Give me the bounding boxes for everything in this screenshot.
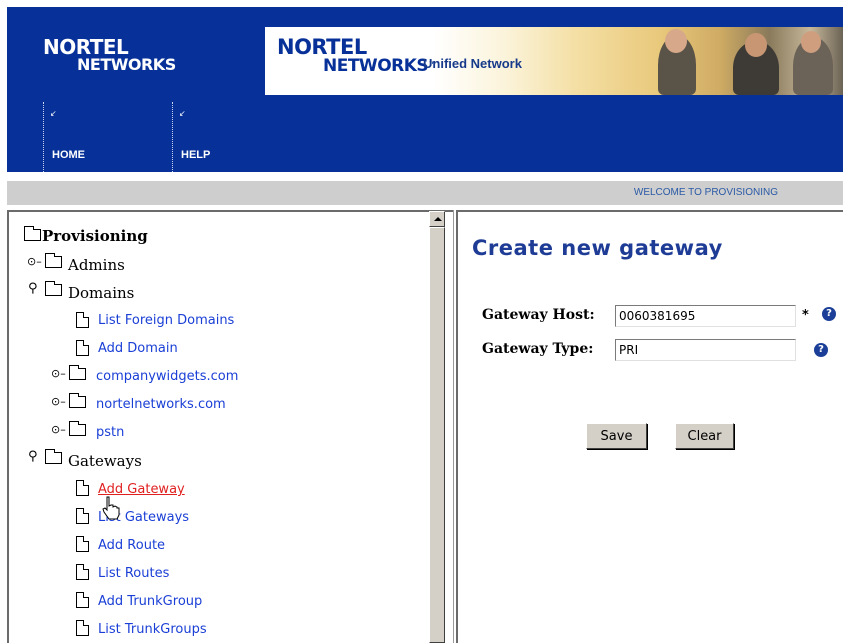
tree-link-add-trunkgroup[interactable]: Add TrunkGroup [98,594,202,609]
folder-icon [24,226,41,241]
help-icon[interactable]: ? [814,343,828,357]
scroll-thumb[interactable] [429,227,445,643]
gateway-type-label: Gateway Type: [482,341,594,357]
document-icon [76,340,89,356]
tree-link-list-foreign-domains[interactable]: List Foreign Domains [98,313,234,328]
tree-root-label: Provisioning [42,227,148,245]
welcome-bar: WELCOME TO PROVISIONING [7,181,843,205]
arrow-icon: ↙ [50,109,57,118]
page-title: Create new gateway [472,236,723,260]
browser-frame: NORTEL NETWORKS NORTEL NETWORKS™ Unified… [0,0,843,643]
nav-home[interactable]: ↙ HOME [43,102,164,172]
document-icon [76,592,89,608]
banner-tagline: Unified Network [423,56,522,71]
content-frame [458,210,843,643]
clear-button[interactable]: Clear [675,423,734,449]
tree-folder-companywidgets[interactable]: companywidgets.com [96,369,238,384]
expand-icon[interactable]: ⊙– [51,368,66,379]
document-icon [76,508,89,524]
banner-logo-line2: NETWORKS [323,56,429,76]
arrow-icon: ↙ [179,109,186,118]
nortel-logo: NORTEL NETWORKS [43,37,176,73]
folder-icon [69,421,86,436]
folder-icon [69,365,86,380]
banner-logo-line1: NORTEL [277,35,367,59]
tree-domains[interactable]: Domains [68,284,134,302]
nav-home-label[interactable]: HOME [52,149,85,161]
gateway-type-input[interactable] [615,339,796,361]
tree-link-list-trunkgroups[interactable]: List TrunkGroups [98,622,207,637]
gateway-host-input[interactable] [615,305,796,327]
logo-line1: NORTEL [43,35,129,59]
tree-folder-nortelnetworks[interactable]: nortelnetworks.com [96,397,226,412]
collapse-icon[interactable]: ⚲ [28,450,38,463]
nav-help-label[interactable]: HELP [181,149,210,161]
tree-link-add-domain[interactable]: Add Domain [98,341,178,356]
welcome-text: WELCOME TO PROVISIONING [633,187,778,198]
tree-admins[interactable]: Admins [68,256,125,274]
tree-link-list-routes[interactable]: List Routes [98,566,169,581]
folder-icon [45,449,62,464]
help-icon[interactable]: ? [822,307,836,321]
nav-help[interactable]: ↙ HELP [172,102,293,172]
gateway-host-label: Gateway Host: [482,307,595,323]
document-icon [76,312,89,328]
tree-folder-pstn[interactable]: pstn [96,425,124,440]
tree-link-add-route[interactable]: Add Route [98,538,165,553]
collapse-icon[interactable]: ⚲ [28,282,38,295]
document-icon [76,480,89,496]
tree-gateways[interactable]: Gateways [68,452,142,470]
scroll-up-arrow-icon[interactable] [429,211,445,227]
banner: NORTEL NETWORKS™ Unified Network [265,27,843,95]
hand-cursor-icon [102,496,120,520]
document-icon [76,564,89,580]
folder-icon [45,281,62,296]
document-icon [76,536,89,552]
folder-icon [69,393,86,408]
top-nav: ↙ HOME ↙ HELP [7,102,307,172]
save-button[interactable]: Save [586,423,647,449]
logo-line2: NETWORKS [77,55,176,74]
expand-icon[interactable]: ⊙– [51,396,66,407]
tree-scrollbar[interactable] [429,211,445,643]
tree-link-add-gateway[interactable]: Add Gateway [98,482,185,497]
banner-nortel-logo: NORTEL NETWORKS™ [277,36,437,75]
required-asterisk: * [802,308,809,323]
expand-icon[interactable]: ⊙– [27,256,42,267]
header: NORTEL NETWORKS NORTEL NETWORKS™ Unified… [7,7,843,172]
expand-icon[interactable]: ⊙– [51,424,66,435]
document-icon [76,620,89,636]
folder-icon [45,253,62,268]
